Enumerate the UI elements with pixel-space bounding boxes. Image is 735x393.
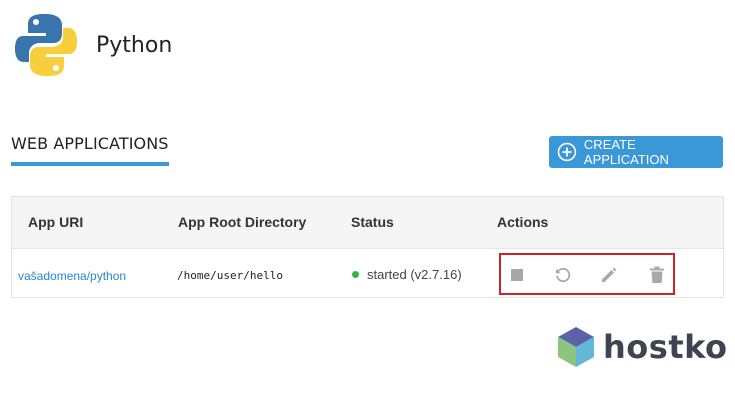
actions-group — [499, 253, 675, 295]
create-application-button[interactable]: CREATE APPLICATION — [549, 136, 723, 168]
edit-icon — [602, 267, 617, 282]
stop-button[interactable] — [507, 265, 527, 285]
app-root-directory: /home/user/hello — [177, 269, 283, 282]
status-dot-icon — [352, 271, 359, 278]
python-logo — [15, 14, 77, 76]
status-text: started (v2.7.16) — [367, 267, 462, 282]
create-application-label: CREATE APPLICATION — [583, 137, 669, 167]
brand-name: hostko — [603, 328, 728, 366]
trash-icon — [650, 266, 664, 283]
delete-button[interactable] — [647, 265, 667, 285]
column-app-root-directory: App Root Directory — [178, 214, 307, 230]
table-header: App URI App Root Directory Status Action… — [12, 197, 723, 249]
restart-icon — [556, 267, 571, 283]
brand-logo: hostko — [556, 325, 728, 369]
status-badge: started (v2.7.16) — [352, 267, 462, 282]
restart-button[interactable] — [553, 265, 573, 285]
plus-circle-icon — [557, 142, 577, 162]
page-title: Python — [96, 32, 173, 58]
app-uri-link[interactable]: vašadomena/python — [18, 269, 126, 283]
cube-logo-icon — [558, 327, 594, 367]
stop-icon — [511, 269, 523, 281]
edit-button[interactable] — [599, 265, 619, 285]
column-app-uri: App URI — [28, 214, 84, 230]
page-header: Python — [14, 12, 172, 78]
column-actions: Actions — [497, 214, 549, 230]
tab-web-applications[interactable]: WEB APPLICATIONS — [11, 134, 169, 166]
column-status: Status — [351, 214, 394, 230]
